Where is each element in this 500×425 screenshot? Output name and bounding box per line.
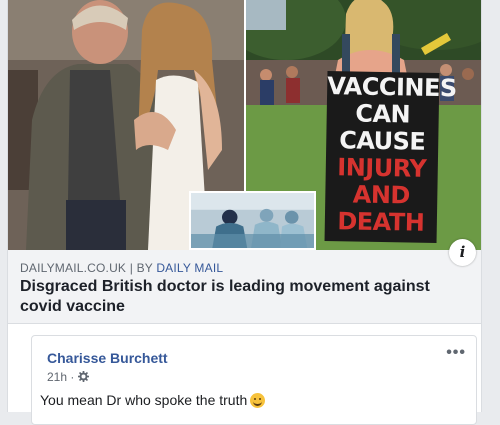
preview-image[interactable]: VACCINES CAN CAUSE INJURY AND DEATH bbox=[8, 0, 481, 250]
protest-sign: VACCINES CAN CAUSE INJURY AND DEATH bbox=[324, 71, 457, 243]
comment-text: You mean Dr who spoke the truth bbox=[40, 392, 266, 408]
meta-separator: · bbox=[70, 370, 75, 384]
comment-time[interactable]: 21h bbox=[47, 370, 67, 384]
smile-emoji-icon bbox=[250, 393, 266, 408]
sign-line-2: CAN bbox=[355, 99, 411, 129]
info-icon[interactable]: i bbox=[449, 239, 476, 266]
comment-body: You mean Dr who spoke the truth bbox=[40, 392, 248, 408]
gear-icon[interactable] bbox=[77, 370, 89, 383]
link-preview[interactable]: VACCINES CAN CAUSE INJURY AND DEATH i DA… bbox=[8, 0, 481, 324]
sign-line-1: VACCINES bbox=[326, 72, 457, 103]
link-headline[interactable]: Disgraced British doctor is leading move… bbox=[20, 277, 460, 317]
sign-line-4: INJURY bbox=[337, 153, 427, 183]
comment-author[interactable]: Charisse Burchett bbox=[47, 350, 168, 366]
source-author[interactable]: DAILY MAIL bbox=[156, 261, 223, 275]
sign-line-5: AND bbox=[352, 180, 411, 210]
link-source[interactable]: DAILYMAIL.CO.UK | BY DAILY MAIL bbox=[20, 261, 223, 275]
sign-line-3: CAUSE bbox=[338, 126, 426, 156]
surgery-inset-photo bbox=[189, 191, 316, 250]
comment-meta: 21h · bbox=[47, 370, 89, 384]
source-domain: DAILYMAIL.CO.UK bbox=[20, 261, 127, 275]
sign-line-6: DEATH bbox=[337, 207, 425, 237]
post-card: VACCINES CAN CAUSE INJURY AND DEATH i DA… bbox=[7, 0, 482, 425]
source-by: BY bbox=[136, 261, 153, 275]
source-separator: | bbox=[129, 261, 134, 275]
more-options-button[interactable]: ••• bbox=[446, 344, 466, 362]
